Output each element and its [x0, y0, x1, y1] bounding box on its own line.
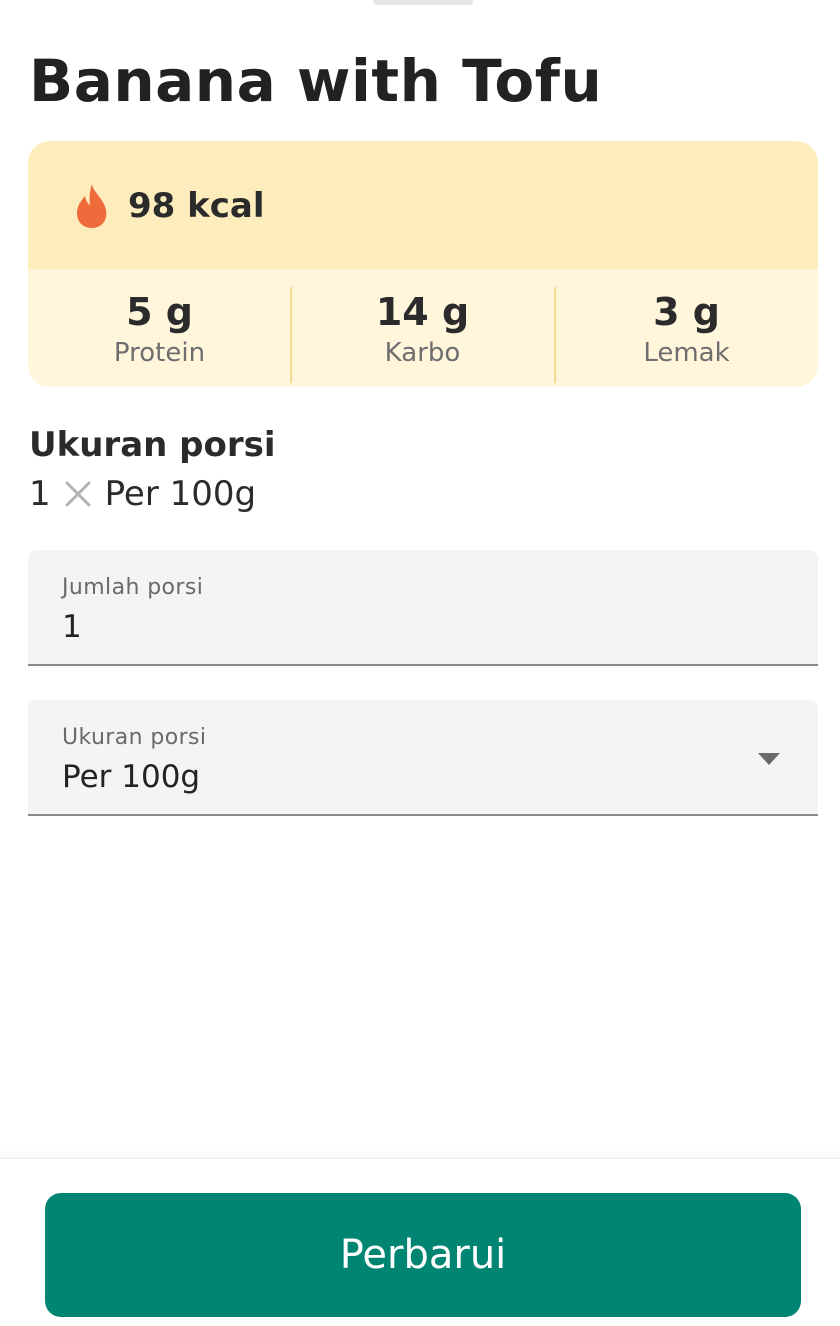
macro-fat-value: 3 g	[653, 290, 720, 334]
macro-carbs-value: 14 g	[375, 290, 470, 334]
macro-fat: 3 g Lemak	[555, 269, 818, 387]
times-icon	[65, 481, 91, 507]
macro-protein: 5 g Protein	[28, 269, 291, 387]
macro-protein-label: Protein	[113, 338, 206, 368]
macro-protein-value: 5 g	[126, 290, 193, 334]
food-title: Banana with Tofu	[29, 47, 603, 115]
macro-carbs-label: Karbo	[384, 338, 461, 368]
calories-row: 98 kcal	[28, 141, 818, 269]
serving-size-value[interactable]: Per 100g	[62, 758, 200, 796]
servings-count-label: Jumlah porsi	[62, 575, 204, 600]
servings-count-field[interactable]: Jumlah porsi 1	[28, 550, 818, 666]
serving-heading: Ukuran porsi	[29, 425, 276, 465]
macro-fat-label: Lemak	[643, 338, 730, 368]
macros-row: 5 g Protein 14 g Karbo 3 g Lemak	[28, 269, 818, 387]
food-detail-sheet: Banana with Tofu 98 kcal 5 g Protein 14 …	[0, 0, 840, 1326]
serving-unit: Per 100g	[104, 474, 257, 514]
calories-value: 98 kcal	[128, 186, 265, 226]
dropdown-arrow-icon[interactable]	[758, 753, 780, 765]
drag-handle[interactable]	[373, 0, 473, 5]
serving-count: 1	[29, 474, 51, 514]
footer-bar: Perbarui	[0, 1158, 840, 1326]
nutrition-card: 98 kcal 5 g Protein 14 g Karbo 3 g Lemak	[28, 141, 818, 387]
servings-count-input[interactable]: 1	[62, 608, 82, 646]
serving-size-label: Ukuran porsi	[62, 725, 207, 750]
serving-size-select[interactable]: Ukuran porsi Per 100g	[28, 700, 818, 816]
serving-summary: 1 Per 100g	[29, 472, 256, 516]
flame-icon	[77, 184, 107, 228]
macro-carbs: 14 g Karbo	[291, 269, 554, 387]
update-button[interactable]: Perbarui	[45, 1193, 801, 1317]
